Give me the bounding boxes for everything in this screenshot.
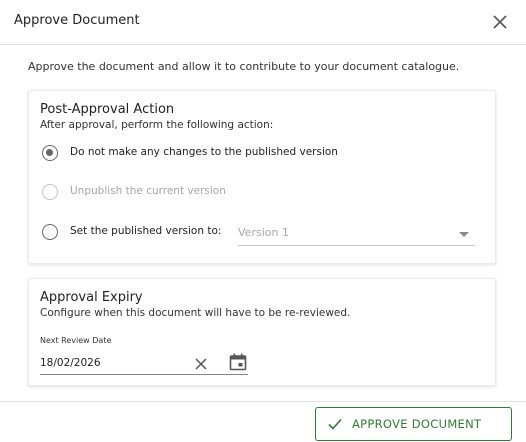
radio-no-changes-label: Do not make any changes to the published… <box>70 146 338 158</box>
calendar-icon[interactable] <box>228 352 248 372</box>
next-review-date-label: Next Review Date <box>40 336 112 345</box>
clear-icon[interactable] <box>194 356 208 370</box>
post-approval-card: Post-Approval Action After approval, per… <box>28 90 496 264</box>
expiry-subtitle: Configure when this document will have t… <box>40 307 351 319</box>
expiry-title: Approval Expiry <box>40 290 143 305</box>
approve-document-button[interactable]: APPROVE DOCUMENT <box>315 407 512 441</box>
radio-unpublish-label: Unpublish the current version <box>70 185 226 197</box>
radio-unpublish-indicator <box>42 184 58 200</box>
dialog-intro: Approve the document and allow it to con… <box>28 60 460 73</box>
radio-unpublish: Unpublish the current version <box>42 183 242 201</box>
approve-button-label: APPROVE DOCUMENT <box>352 417 482 431</box>
post-approval-subtitle: After approval, perform the following ac… <box>40 119 274 131</box>
approve-document-dialog: Approve Document Approve the document an… <box>0 0 526 442</box>
close-icon[interactable] <box>490 12 510 32</box>
version-select-value: Version 1 <box>238 226 289 239</box>
radio-set-version[interactable]: Set the published version to: <box>42 223 232 241</box>
dialog-header: Approve Document <box>0 0 526 45</box>
radio-set-version-indicator[interactable] <box>42 224 58 240</box>
radio-no-changes-indicator[interactable] <box>42 145 58 161</box>
footer-divider <box>0 401 526 402</box>
approval-expiry-card: Approval Expiry Configure when this docu… <box>28 278 496 386</box>
date-field-underline <box>190 374 248 375</box>
post-approval-title: Post-Approval Action <box>40 102 175 117</box>
next-review-date-input[interactable] <box>40 351 190 375</box>
check-icon <box>328 418 342 430</box>
dialog-title: Approve Document <box>14 13 140 28</box>
radio-no-changes[interactable]: Do not make any changes to the published… <box>42 144 362 162</box>
radio-set-version-label: Set the published version to: <box>70 225 222 237</box>
version-select[interactable]: Version 1 <box>238 222 475 246</box>
chevron-down-icon <box>459 232 469 237</box>
